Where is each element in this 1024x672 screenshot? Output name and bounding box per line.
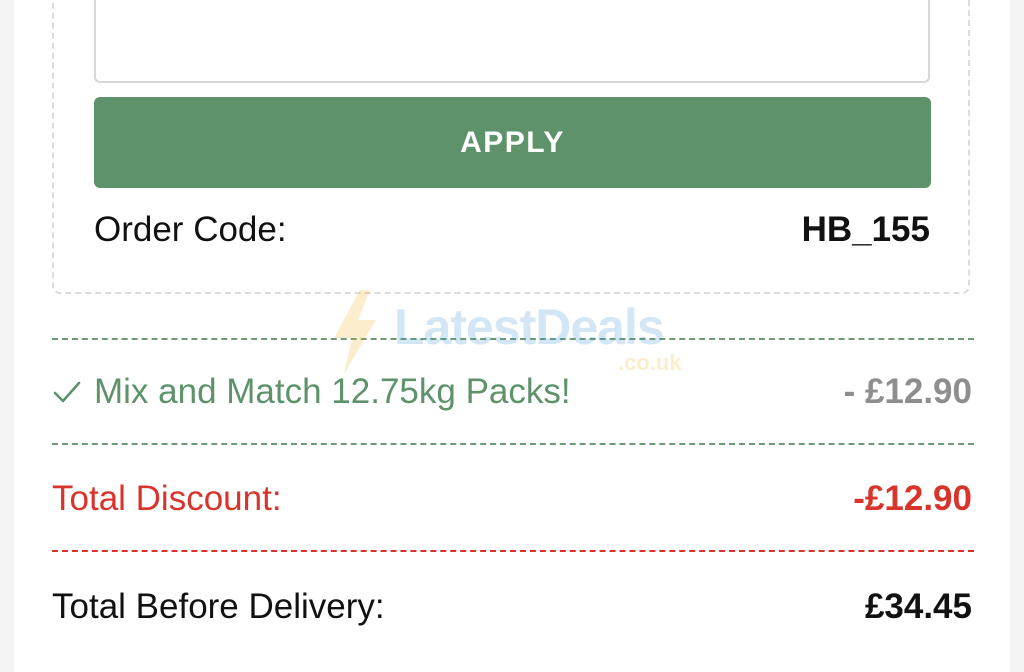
total-before-delivery-label: Total Before Delivery: xyxy=(52,587,385,626)
lightning-bolt-icon xyxy=(334,290,376,374)
watermark-brand: LatestDeals xyxy=(394,299,665,355)
total-discount-label: Total Discount: xyxy=(52,479,282,518)
order-code-value: HB_155 xyxy=(801,210,930,249)
total-discount-row: Total Discount: -£12.90 xyxy=(52,473,972,525)
discount-line-item: Mix and Match 12.75kg Packs! - £12.90 xyxy=(52,366,972,418)
total-before-delivery-value: £34.45 xyxy=(864,587,972,626)
total-discount-value: -£12.90 xyxy=(853,479,972,518)
divider xyxy=(52,443,974,445)
check-icon xyxy=(53,381,81,403)
discount-line-label-group: Mix and Match 12.75kg Packs! xyxy=(52,372,571,412)
divider xyxy=(52,338,974,340)
discount-line-label: Mix and Match 12.75kg Packs! xyxy=(94,372,571,411)
left-gutter xyxy=(0,0,14,672)
discount-line-amount: - £12.90 xyxy=(843,372,972,411)
order-summary-panel: APPLY Order Code: HB_155 Mix and Match 1… xyxy=(0,0,1024,672)
divider xyxy=(52,550,974,552)
order-code-label: Order Code: xyxy=(94,210,287,249)
apply-button[interactable]: APPLY xyxy=(94,97,931,188)
total-before-delivery-row: Total Before Delivery: £34.45 xyxy=(52,580,972,634)
promo-code-input[interactable] xyxy=(94,0,930,83)
order-code-row: Order Code: HB_155 xyxy=(94,206,930,254)
right-gutter xyxy=(1010,0,1024,672)
